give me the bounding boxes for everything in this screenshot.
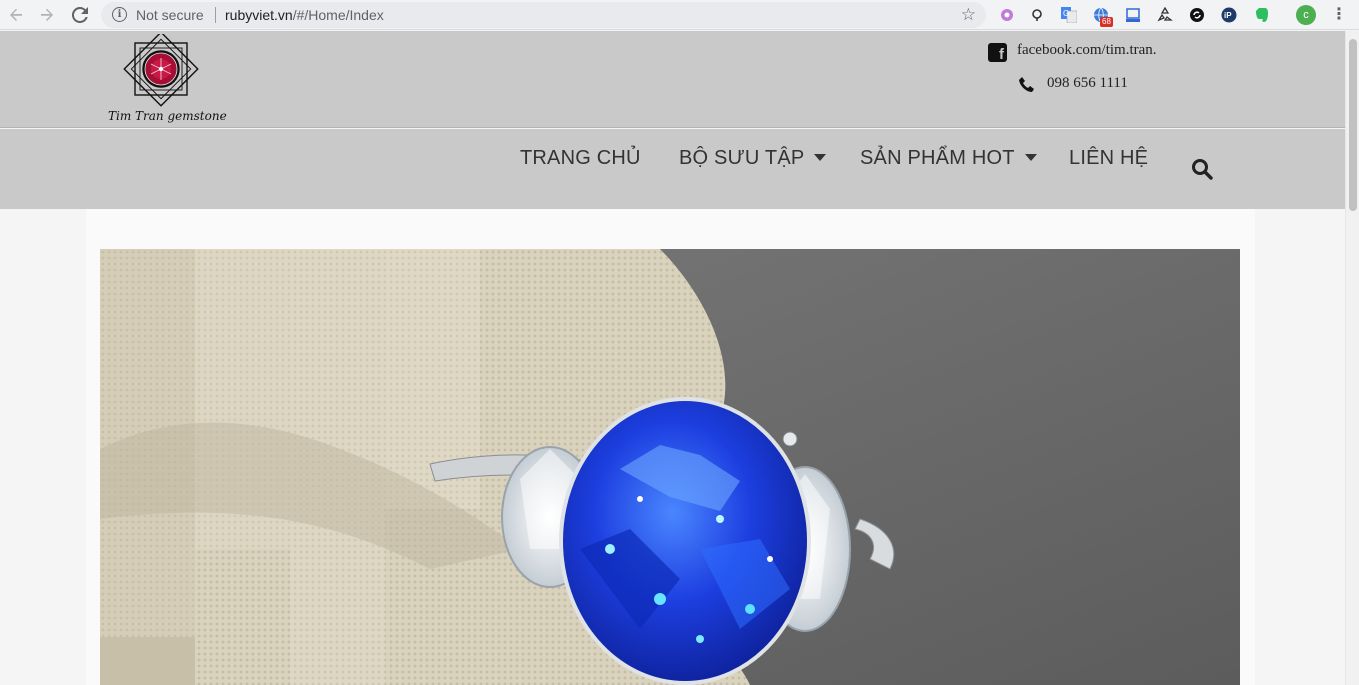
- profile-avatar[interactable]: c: [1296, 5, 1316, 25]
- facebook-icon[interactable]: f: [988, 43, 1007, 62]
- extension-sync-icon[interactable]: [1188, 6, 1206, 24]
- url-divider: [215, 7, 216, 23]
- hero-slider[interactable]: [100, 249, 1240, 685]
- reload-icon[interactable]: [70, 5, 90, 25]
- nav-item-label: TRANG CHỦ: [520, 147, 641, 169]
- scrollbar-thumb[interactable]: [1349, 39, 1357, 211]
- info-icon[interactable]: i: [112, 7, 127, 22]
- extension-badge: 68: [1100, 17, 1113, 27]
- bookmark-star-icon[interactable]: ☆: [961, 5, 976, 25]
- main-content: [86, 209, 1255, 685]
- url-text[interactable]: rubyviet.vn/#/Home/Index: [225, 7, 384, 23]
- extension-download-icon[interactable]: [1124, 6, 1142, 24]
- main-navigation: TRANG CHỦ BỘ SƯU TẬP SẢN PHẨM HOT LIÊN H…: [0, 129, 1345, 209]
- svg-text:iP: iP: [1224, 11, 1232, 20]
- security-label[interactable]: Not secure: [136, 7, 204, 23]
- facebook-link[interactable]: facebook.com/tim.tran.: [1017, 42, 1157, 59]
- brand-name: Tim Tran gemstone: [108, 109, 227, 123]
- nav-item-hot-products[interactable]: SẢN PHẨM HOT: [860, 147, 1037, 170]
- search-icon[interactable]: [1191, 158, 1213, 180]
- nav-item-contact[interactable]: LIÊN HỆ: [1069, 147, 1148, 170]
- page-scrollbar[interactable]: [1345, 31, 1359, 685]
- phone-icon: [1019, 77, 1034, 92]
- address-bar[interactable]: i Not secure rubyviet.vn/#/Home/Index ☆: [101, 2, 986, 28]
- nav-item-label: BỘ SƯU TẬP: [679, 147, 805, 169]
- google-translate-icon[interactable]: G: [1060, 6, 1078, 24]
- caret-down-icon: [814, 154, 827, 161]
- nav-item-home[interactable]: TRANG CHỦ: [520, 147, 641, 170]
- nav-item-label: LIÊN HỆ: [1069, 147, 1149, 169]
- extension-purple-icon[interactable]: [998, 6, 1016, 24]
- back-arrow-icon[interactable]: [6, 5, 26, 25]
- recycle-icon[interactable]: [1156, 6, 1174, 24]
- evernote-icon[interactable]: [1252, 6, 1270, 24]
- caret-down-icon: [1024, 154, 1037, 161]
- logo-emblem-icon: [123, 31, 199, 107]
- extension-ip-icon[interactable]: iP: [1220, 6, 1238, 24]
- phone-number[interactable]: 098 656 1111: [1047, 75, 1128, 92]
- site-logo[interactable]: Tim Tran gemstone: [108, 31, 227, 128]
- browser-menu-icon[interactable]: ⋮: [1331, 4, 1347, 26]
- extension-lens-icon[interactable]: [1028, 6, 1046, 24]
- url-path: /#/Home/Index: [292, 7, 384, 23]
- hero-sapphire-ring-image: [100, 249, 1240, 685]
- browser-toolbar: i Not secure rubyviet.vn/#/Home/Index ☆ …: [0, 0, 1359, 30]
- site-header: Tim Tran gemstone f facebook.com/tim.tra…: [0, 31, 1345, 128]
- url-host: rubyviet.vn: [225, 7, 293, 23]
- page-viewport: Tim Tran gemstone f facebook.com/tim.tra…: [0, 31, 1345, 685]
- nav-item-label: SẢN PHẨM HOT: [860, 147, 1015, 169]
- svg-text:G: G: [1063, 9, 1069, 18]
- forward-arrow-icon[interactable]: [37, 5, 57, 25]
- nav-item-collection[interactable]: BỘ SƯU TẬP: [679, 147, 827, 170]
